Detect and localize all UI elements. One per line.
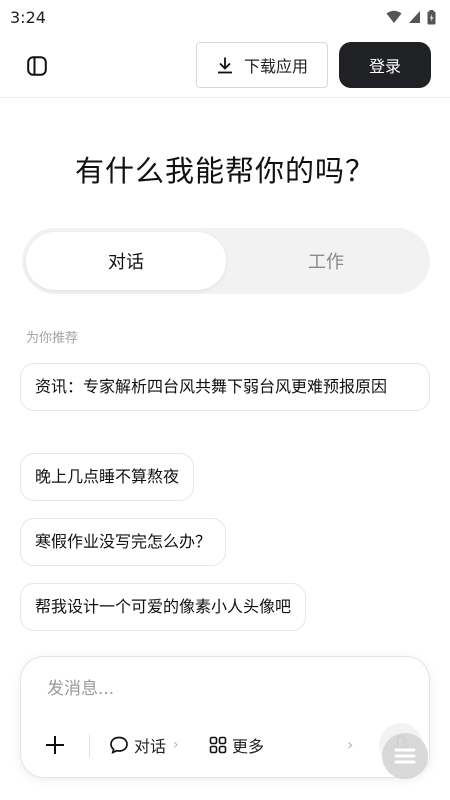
mode-switch: 对话 工作 (22, 228, 430, 294)
suggestion-chip[interactable]: 资讯：专家解析四台风共舞下弱台风更难预报原因 (20, 363, 430, 411)
sidebar-icon (27, 56, 47, 76)
floating-menu-button[interactable] (382, 733, 428, 779)
chevron-right-icon[interactable]: › (347, 735, 353, 754)
wifi-icon (386, 10, 402, 23)
message-composer: 对话 › 更多 › (20, 656, 430, 778)
recommend-label: 为你推荐 (26, 331, 79, 346)
suggestion-chip[interactable]: 寒假作业没写完怎么办？ (20, 518, 227, 566)
grid-icon (209, 736, 227, 754)
status-bar: 3:24 (0, 0, 450, 34)
chat-mode-button[interactable]: 对话 › (109, 733, 179, 757)
more-label: 更多 (232, 737, 265, 756)
suggestion-chip[interactable]: 帮我设计一个可爱的像素小人头像吧 (20, 583, 307, 631)
login-button[interactable]: 登录 (339, 42, 431, 88)
page-title: 有什么我能帮你的吗？ (74, 154, 375, 188)
menu-icon (394, 748, 416, 764)
status-icons (386, 9, 436, 25)
signal-icon (409, 11, 420, 23)
top-bar: 下载应用 登录 (0, 34, 450, 98)
message-input[interactable] (47, 679, 387, 699)
download-app-label: 下载应用 (243, 57, 308, 76)
status-time: 3:24 (10, 7, 46, 27)
download-icon (217, 57, 232, 74)
plus-icon[interactable] (43, 733, 67, 757)
toolbar-divider (89, 735, 90, 757)
chat-bubble-icon (110, 736, 128, 755)
sidebar-toggle-button[interactable] (24, 54, 50, 78)
battery-icon (427, 9, 436, 24)
download-app-button[interactable]: 下载应用 (196, 42, 328, 88)
tab-chat[interactable]: 对话 (26, 232, 226, 290)
suggestion-chip[interactable]: 晚上几点睡不算熬夜 (20, 453, 195, 501)
chat-mode-label: 对话 (134, 737, 167, 756)
more-button[interactable]: 更多 (209, 733, 264, 757)
tab-work[interactable]: 工作 (226, 232, 426, 290)
chevron-right-icon: › (173, 737, 179, 753)
